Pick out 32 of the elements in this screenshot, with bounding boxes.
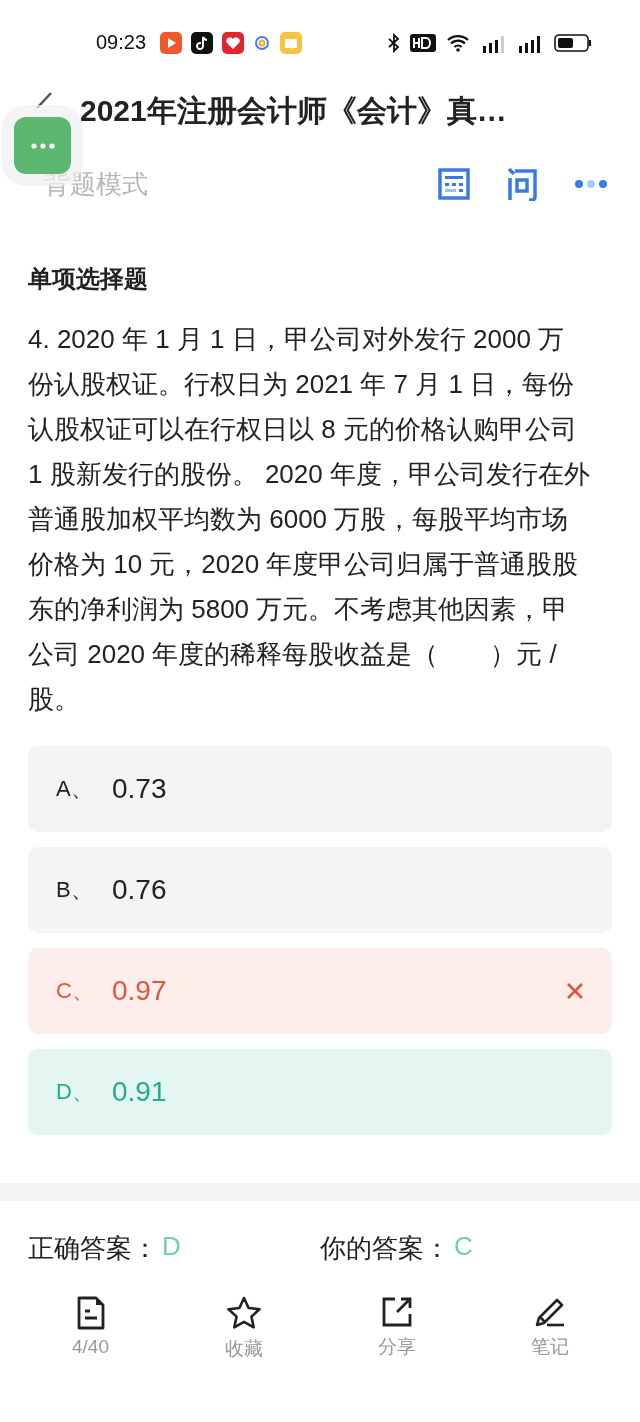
- document-icon: [75, 1296, 106, 1330]
- status-time: 09:23: [96, 31, 147, 54]
- your-answer-label: 你的答案：: [320, 1232, 450, 1265]
- question-type: 单项选择题: [28, 264, 149, 294]
- page-title: 2021年注册会计师《会计》真…: [80, 92, 507, 129]
- share-icon: [380, 1296, 413, 1328]
- question-char-icon[interactable]: [506, 167, 538, 201]
- star-tab-button[interactable]: 收藏: [167, 1296, 320, 1362]
- battery-icon: [554, 33, 592, 52]
- answer-option[interactable]: A、 0.73: [28, 746, 612, 832]
- wrong-mark-icon: [566, 982, 584, 1000]
- more-icon[interactable]: [574, 179, 608, 189]
- answer-option[interactable]: B、 0.76: [28, 847, 612, 933]
- pencil-tab-button[interactable]: 笔记: [473, 1296, 626, 1362]
- dots-icon: [30, 142, 55, 149]
- book-app-icon: [280, 31, 303, 54]
- correct-answer-value: D: [162, 1231, 181, 1263]
- hd-icon: [410, 33, 436, 52]
- your-answer-value: C: [454, 1231, 473, 1263]
- correct-answer-label: 正确答案：: [28, 1232, 158, 1265]
- video-app-icon: [160, 31, 183, 54]
- answer-option[interactable]: D、 0.91: [28, 1049, 612, 1135]
- calculator-icon[interactable]: [438, 168, 470, 200]
- at-sign-app-icon: [253, 33, 272, 52]
- share-tab-button[interactable]: 分享: [320, 1296, 473, 1362]
- answer-option[interactable]: C、 0.97: [28, 948, 612, 1034]
- music-note-app-icon: [191, 31, 214, 54]
- question-text: 4. 2020 年 1 月 1 日，甲公司对外发行 2000 万份认股权证。行权日为 2021 年 7 月 1 日，每份认股权证可以在行权日以 8 元的价格认购甲公司 1 股新发行的股份。 2020 年度，甲公司发行在外普通股加权平均数为 6000 万股，每股平均市场价格为 10 元，2020 年度甲公司归属于普通股股东的净利润为 5800 万元。不考虑其他因素，甲公司 2020 年度的稀释每股收益是（ ）元 / 股。: [28, 323, 591, 716]
- document-tab-button[interactable]: 4/40: [14, 1296, 167, 1362]
- heart-app-icon: [222, 31, 245, 54]
- star-icon: [225, 1296, 262, 1330]
- bluetooth-icon: [388, 32, 400, 53]
